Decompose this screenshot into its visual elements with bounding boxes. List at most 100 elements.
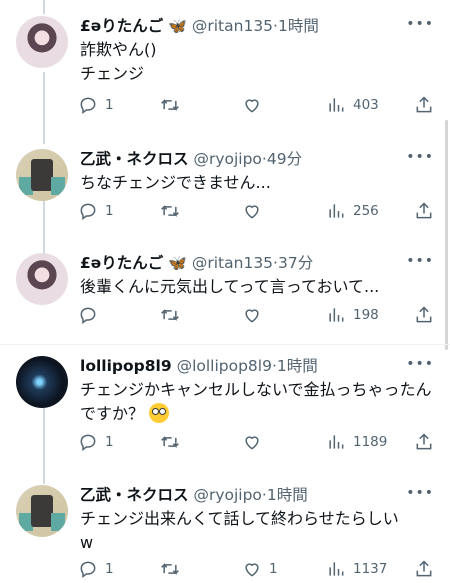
display-name[interactable]: £ǝりたんご bbox=[80, 254, 163, 272]
views-button[interactable]: 198 bbox=[326, 305, 379, 325]
views-icon bbox=[329, 562, 344, 576]
more-icon[interactable]: ••• bbox=[406, 356, 434, 372]
heart-icon bbox=[245, 563, 259, 577]
tweet-text: チェンジ出来んくて話して終わらせたらしい w bbox=[80, 509, 399, 552]
avatar[interactable] bbox=[16, 253, 68, 305]
tweet-actions: 1 1189 bbox=[78, 432, 440, 456]
views-count: 198 bbox=[353, 307, 379, 323]
more-icon[interactable]: ••• bbox=[406, 149, 434, 165]
display-name[interactable]: lollipop8l9 bbox=[80, 357, 172, 375]
avatar-figure bbox=[31, 495, 53, 527]
tweet[interactable]: £ǝりたんご 🦋 @ritan135·1時間 ••• 詐欺やん() チェンジ 1… bbox=[0, 0, 450, 128]
reply-count: 1 bbox=[105, 97, 114, 113]
share-button[interactable] bbox=[414, 305, 434, 325]
avatar-panel bbox=[51, 177, 65, 195]
more-icon[interactable]: ••• bbox=[406, 253, 434, 269]
more-icon[interactable]: ••• bbox=[406, 16, 434, 32]
views-button[interactable]: 403 bbox=[326, 95, 379, 115]
timestamp[interactable]: 37分 bbox=[278, 254, 313, 272]
handle[interactable]: @lollipop8l9 bbox=[177, 357, 272, 375]
share-button[interactable] bbox=[414, 559, 434, 579]
share-button[interactable] bbox=[414, 201, 434, 221]
views-icon bbox=[329, 308, 344, 322]
handle[interactable]: @ritan135 bbox=[192, 254, 273, 272]
timestamp[interactable]: 1時間 bbox=[277, 357, 318, 375]
views-button[interactable]: 1189 bbox=[326, 432, 387, 452]
views-icon bbox=[329, 98, 344, 112]
reply-count: 1 bbox=[105, 434, 114, 450]
display-name[interactable]: 乙武・ネクロス bbox=[80, 486, 189, 504]
tweet-header: 乙武・ネクロス @ryojipo·49分 bbox=[80, 147, 302, 169]
tweet[interactable]: 乙武・ネクロス @ryojipo·1時間 ••• チェンジ出来んくて話して終わら… bbox=[0, 469, 450, 581]
tweet[interactable]: lollipop8l9 @lollipop8l9·1時間 ••• チェンジかキャ… bbox=[0, 340, 450, 470]
butterfly-icon: 🦋 bbox=[168, 17, 187, 35]
butterfly-icon: 🦋 bbox=[168, 254, 187, 272]
handle[interactable]: @ryojipo bbox=[193, 150, 261, 168]
display-name[interactable]: 乙武・ネクロス bbox=[80, 150, 189, 168]
retweet-button[interactable] bbox=[160, 559, 180, 579]
avatar[interactable] bbox=[16, 356, 68, 408]
tweet-text: 詐欺やん() チェンジ bbox=[80, 40, 157, 83]
heart-icon bbox=[245, 205, 259, 219]
avatar[interactable] bbox=[16, 149, 68, 201]
tweet-header: 乙武・ネクロス @ryojipo·1時間 bbox=[80, 483, 308, 505]
retweet-button[interactable] bbox=[160, 95, 180, 115]
retweet-icon bbox=[161, 99, 179, 111]
handle[interactable]: @ritan135 bbox=[192, 17, 273, 35]
reply-button[interactable]: 1 bbox=[78, 432, 114, 452]
tweet-header: £ǝりたんご 🦋 @ritan135·37分 bbox=[80, 251, 313, 273]
heart-icon bbox=[245, 99, 259, 113]
tweet-text: チェンジかキャンセルしないで金払っちゃったんですか？ bbox=[80, 378, 440, 426]
heart-icon bbox=[245, 436, 259, 450]
retweet-button[interactable] bbox=[160, 201, 180, 221]
reply-count: 1 bbox=[105, 203, 114, 219]
tweet-text: ちなチェンジできません... bbox=[80, 173, 271, 192]
handle[interactable]: @ryojipo bbox=[193, 486, 261, 504]
tweet-text-content: チェンジかキャンセルしないで金払っちゃったんですか？ bbox=[80, 380, 432, 423]
tweet-header: lollipop8l9 @lollipop8l9·1時間 bbox=[80, 354, 318, 376]
share-icon bbox=[416, 96, 432, 113]
share-icon bbox=[416, 560, 432, 577]
reply-button[interactable]: 1 bbox=[78, 559, 114, 579]
avatar-panel bbox=[51, 513, 65, 531]
reply-button[interactable] bbox=[78, 305, 105, 325]
like-button[interactable] bbox=[242, 201, 262, 221]
like-button[interactable] bbox=[242, 432, 262, 452]
heart-icon bbox=[245, 309, 259, 323]
reply-button[interactable]: 1 bbox=[78, 201, 114, 221]
views-button[interactable]: 1137 bbox=[326, 559, 387, 579]
tweet[interactable]: 乙武・ネクロス @ryojipo·49分 ••• ちなチェンジできません... … bbox=[0, 133, 450, 238]
tweet-actions: 1 256 bbox=[78, 201, 440, 225]
timestamp[interactable]: 1時間 bbox=[267, 486, 308, 504]
retweet-button[interactable] bbox=[160, 305, 180, 325]
share-button[interactable] bbox=[414, 95, 434, 115]
reply-icon bbox=[80, 97, 96, 114]
avatar[interactable] bbox=[16, 16, 68, 68]
reply-icon bbox=[80, 203, 96, 220]
like-button[interactable] bbox=[242, 95, 262, 115]
display-name[interactable]: £ǝりたんご bbox=[80, 17, 163, 35]
like-count: 1 bbox=[269, 561, 278, 577]
views-count: 403 bbox=[353, 97, 379, 113]
tweet-actions: 1 403 bbox=[78, 95, 440, 119]
like-button[interactable] bbox=[242, 305, 262, 325]
views-icon bbox=[329, 204, 344, 218]
reply-icon bbox=[80, 307, 96, 324]
views-count: 256 bbox=[353, 203, 379, 219]
like-button[interactable]: 1 bbox=[242, 559, 278, 579]
share-button[interactable] bbox=[414, 432, 434, 452]
tweet[interactable]: £ǝりたんご 🦋 @ritan135·37分 ••• 後輩くんに元気出してって言… bbox=[0, 237, 450, 345]
views-button[interactable]: 256 bbox=[326, 201, 379, 221]
tweet-header: £ǝりたんご 🦋 @ritan135·1時間 bbox=[80, 14, 319, 36]
timestamp[interactable]: 1時間 bbox=[278, 17, 319, 35]
avatar-figure bbox=[31, 159, 53, 191]
timestamp[interactable]: 49分 bbox=[267, 150, 302, 168]
reply-icon bbox=[80, 561, 96, 578]
tweet-actions: 198 bbox=[78, 305, 440, 329]
more-icon[interactable]: ••• bbox=[406, 485, 434, 501]
reply-button[interactable]: 1 bbox=[78, 95, 114, 115]
retweet-button[interactable] bbox=[160, 432, 180, 452]
retweet-icon bbox=[161, 205, 179, 217]
avatar[interactable] bbox=[16, 485, 68, 537]
views-count: 1137 bbox=[353, 561, 388, 577]
